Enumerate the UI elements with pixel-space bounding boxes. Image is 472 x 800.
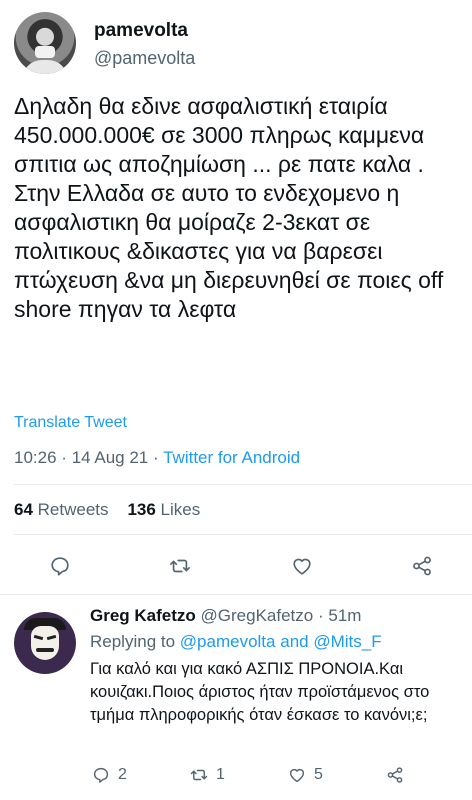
retweets-stat[interactable]: 64 Retweets bbox=[14, 500, 109, 519]
reply-author-name[interactable]: Greg Kafetzo bbox=[90, 606, 196, 625]
meta-separator: · bbox=[61, 448, 67, 467]
like-icon bbox=[293, 558, 311, 575]
reply-text: Για καλό και για κακό ΑΣΠΙΣ ΠΡΟΝΟΙΑ.Και … bbox=[90, 660, 430, 724]
meta-separator: · bbox=[317, 606, 324, 625]
translate-tweet-link[interactable]: Translate Tweet bbox=[14, 414, 127, 432]
replying-and: and bbox=[280, 632, 309, 651]
tweet-header: pamevolta @pamevolta bbox=[14, 12, 454, 76]
like-icon bbox=[289, 768, 305, 783]
mention-link[interactable]: @Mits_F bbox=[313, 632, 381, 651]
reply-retweet-button[interactable]: 1 bbox=[190, 766, 225, 784]
tweet-client-link[interactable]: Twitter for Android bbox=[163, 448, 300, 467]
author-avatar[interactable] bbox=[14, 12, 76, 74]
replying-prefix: Replying to bbox=[90, 632, 176, 651]
likes-count: 136 bbox=[127, 500, 156, 519]
reply-author-handle[interactable]: @GregKafetzo bbox=[201, 606, 314, 625]
retweet-count: 1 bbox=[216, 766, 225, 783]
tweet-time: 10:26 bbox=[14, 448, 57, 467]
like-count: 5 bbox=[314, 766, 323, 783]
share-button[interactable] bbox=[402, 548, 442, 584]
reply-share-button[interactable] bbox=[386, 766, 404, 784]
divider bbox=[14, 534, 472, 535]
share-icon bbox=[413, 556, 431, 576]
author-handle[interactable]: @pamevolta bbox=[94, 48, 195, 69]
share-icon bbox=[387, 767, 403, 783]
reply-like-button[interactable]: 5 bbox=[288, 766, 323, 784]
divider bbox=[14, 484, 472, 485]
reply-header: Greg Kafetzo @GregKafetzo · 51m bbox=[90, 606, 361, 626]
likes-stat[interactable]: 136 Likes bbox=[127, 500, 200, 519]
meta-separator: · bbox=[153, 448, 159, 467]
reply-count: 2 bbox=[118, 766, 127, 783]
reply-icon bbox=[51, 557, 69, 576]
tweet-metadata: 10:26 · 14 Aug 21 · Twitter for Android bbox=[14, 448, 300, 468]
tweet-text: Δηλαδη θα εδινε ασφαλιστική εταιρία 450.… bbox=[14, 93, 444, 322]
retweet-button[interactable] bbox=[160, 548, 200, 584]
reply-action-bar: 2 1 5 bbox=[0, 766, 472, 792]
reply-icon bbox=[93, 767, 109, 783]
mention-link[interactable]: @pamevolta bbox=[180, 632, 276, 651]
like-button[interactable] bbox=[282, 548, 322, 584]
tweet-stats: 64 Retweets 136 Likes bbox=[14, 500, 200, 520]
reply-button[interactable] bbox=[40, 548, 80, 584]
likes-label: Likes bbox=[160, 500, 201, 519]
tweet-action-bar bbox=[0, 548, 472, 584]
retweet-icon bbox=[170, 559, 190, 573]
reply-age: 51m bbox=[328, 606, 362, 625]
divider bbox=[0, 594, 472, 595]
tweet-date: 14 Aug 21 bbox=[71, 448, 149, 467]
replying-to: Replying to @pamevolta and @Mits_F bbox=[90, 632, 382, 652]
reply-tweet[interactable]: Greg Kafetzo @GregKafetzo · 51m Replying… bbox=[0, 596, 472, 800]
retweet-icon bbox=[190, 769, 208, 781]
reply-reply-button[interactable]: 2 bbox=[92, 766, 127, 784]
author-display-name[interactable]: pamevolta bbox=[94, 20, 188, 42]
retweets-label: Retweets bbox=[37, 500, 109, 519]
reply-author-avatar[interactable] bbox=[14, 612, 76, 674]
retweets-count: 64 bbox=[14, 500, 33, 519]
